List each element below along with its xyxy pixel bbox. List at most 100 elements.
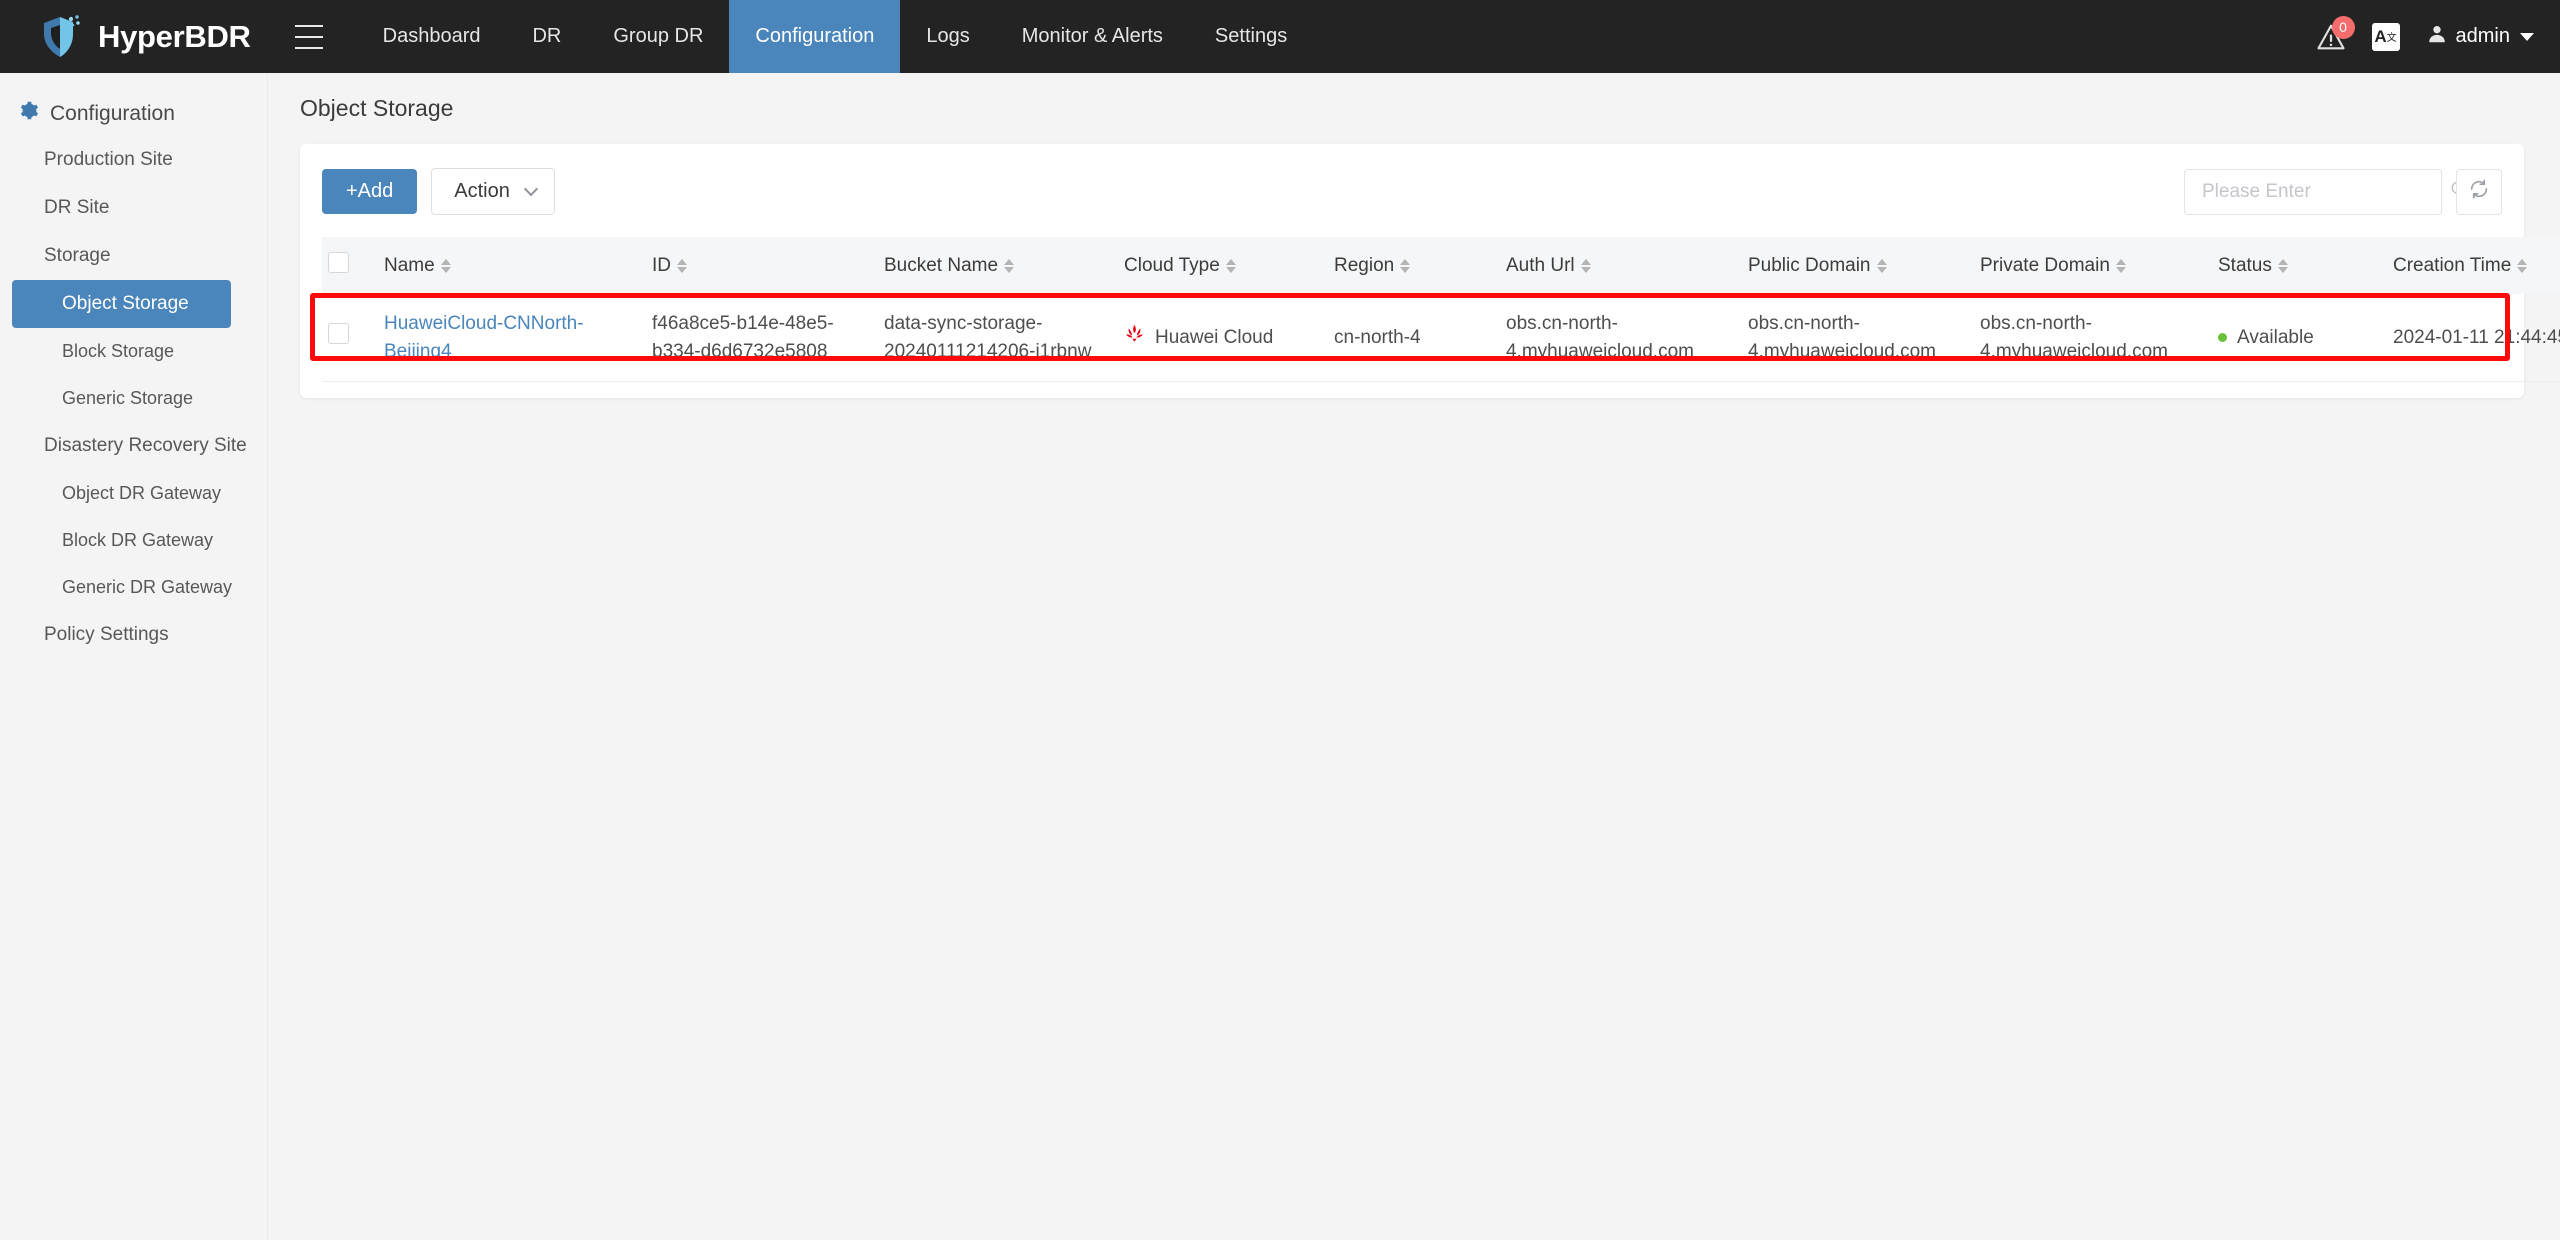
column-header-bucket-name[interactable]: Bucket Name <box>878 237 1118 294</box>
sort-icon[interactable] <box>1876 258 1887 273</box>
refresh-button[interactable] <box>2456 168 2502 215</box>
sidebar-item-generic-storage[interactable]: Generic Storage <box>0 375 267 422</box>
cell-id: f46a8ce5-b14e-48e5-b334-d6d6732e5808 <box>646 294 878 383</box>
cell-auth-url: obs.cn-north-4.myhuaweicloud.com <box>1500 294 1742 383</box>
object-storage-table: Name ID Bucket Name Cloud Type Region Au… <box>322 237 2560 383</box>
nav-item-dashboard[interactable]: Dashboard <box>357 0 507 73</box>
column-header-creation-time[interactable]: Creation Time <box>2387 237 2560 294</box>
cell-region: cn-north-4 <box>1328 294 1500 383</box>
sort-icon[interactable] <box>2277 258 2288 273</box>
sidebar-item-label: Object DR Gateway <box>62 483 222 503</box>
chevron-down-icon <box>2520 32 2534 41</box>
sort-icon[interactable] <box>440 258 451 273</box>
status-badge: Available <box>2237 326 2314 348</box>
sidebar-item-object-storage[interactable]: Object Storage <box>12 280 231 328</box>
sidebar-item-storage[interactable]: Storage <box>0 232 267 280</box>
table-row[interactable]: HuaweiCloud-CNNorth-Beijing4 f46a8ce5-b1… <box>322 294 2560 383</box>
nav-item-configuration[interactable]: Configuration <box>729 0 901 73</box>
column-label: Auth Url <box>1506 254 1575 276</box>
sidebar-item-disastery-recovery-site[interactable]: Disastery Recovery Site <box>0 422 267 470</box>
cell-public-domain: obs.cn-north-4.myhuaweicloud.com <box>1742 294 1974 383</box>
table-toolbar: +Add Action <box>322 168 2502 215</box>
huawei-cloud-icon <box>1124 323 1145 353</box>
sort-icon[interactable] <box>1580 258 1591 273</box>
sidebar-item-label: Block Storage <box>62 341 175 361</box>
sidebar-item-production-site[interactable]: Production Site <box>0 136 267 184</box>
column-label: Creation Time <box>2393 254 2512 276</box>
storage-name-link[interactable]: HuaweiCloud-CNNorth-Beijing4 <box>384 313 584 362</box>
sidebar-item-generic-dr-gateway[interactable]: Generic DR Gateway <box>0 564 267 611</box>
nav-item-monitor-alerts[interactable]: Monitor & Alerts <box>996 0 1189 73</box>
column-header-status[interactable]: Status <box>2212 237 2387 294</box>
table-body: HuaweiCloud-CNNorth-Beijing4 f46a8ce5-b1… <box>322 294 2560 383</box>
menu-toggle-icon[interactable] <box>294 24 323 49</box>
nav-item-group-dr[interactable]: Group DR <box>587 0 729 73</box>
nav-label: Logs <box>926 25 970 47</box>
action-dropdown-label: Action <box>454 180 510 202</box>
page-title: Object Storage <box>300 95 454 121</box>
sort-icon[interactable] <box>1400 258 1411 273</box>
column-header-cloud-type[interactable]: Cloud Type <box>1118 237 1328 294</box>
sidebar-header-label: Configuration <box>50 101 175 125</box>
sidebar-item-label: Production Site <box>44 149 173 170</box>
row-select-cell <box>322 294 378 383</box>
column-header-public-domain[interactable]: Public Domain <box>1742 237 1974 294</box>
sort-icon[interactable] <box>2115 258 2126 273</box>
sidebar-item-policy-settings[interactable]: Policy Settings <box>0 611 267 659</box>
column-header-auth-url[interactable]: Auth Url <box>1500 237 1742 294</box>
nav-right-group: 0 A文 admin <box>2316 15 2534 52</box>
row-checkbox[interactable] <box>328 322 349 344</box>
column-label: Cloud Type <box>1124 254 1220 276</box>
add-button[interactable]: +Add <box>322 169 418 214</box>
sort-icon[interactable] <box>677 258 687 273</box>
sidebar-item-dr-site[interactable]: DR Site <box>0 184 267 232</box>
cell-private-domain: obs.cn-north-4.myhuaweicloud.com <box>1974 294 2212 383</box>
table-wrapper: Name ID Bucket Name Cloud Type Region Au… <box>310 237 2560 383</box>
column-label: Bucket Name <box>884 254 999 276</box>
cell-name: HuaweiCloud-CNNorth-Beijing4 <box>378 294 646 383</box>
action-dropdown-button[interactable]: Action <box>431 168 555 215</box>
column-header-name[interactable]: Name <box>378 237 646 294</box>
select-all-checkbox[interactable] <box>328 252 349 273</box>
language-sup: 文 <box>2386 33 2397 44</box>
column-header-region[interactable]: Region <box>1328 237 1500 294</box>
alert-warning-icon[interactable]: 0 <box>2316 15 2355 52</box>
alert-count-badge: 0 <box>2331 15 2355 39</box>
cell-creation-time: 2024-01-11 21:44:45 <box>2387 294 2560 383</box>
select-all-header <box>322 237 378 294</box>
column-header-id[interactable]: ID <box>646 237 878 294</box>
cell-cloud-type: Huawei Cloud <box>1118 294 1328 383</box>
nav-label: Dashboard <box>382 25 481 47</box>
sidebar-item-block-dr-gateway[interactable]: Block DR Gateway <box>0 517 267 564</box>
sidebar-item-label: Policy Settings <box>44 624 169 645</box>
nav-label: Configuration <box>755 25 875 47</box>
sort-icon[interactable] <box>2517 258 2528 273</box>
search-box[interactable] <box>2184 168 2468 215</box>
sidebar-item-label: Generic DR Gateway <box>62 577 233 597</box>
refresh-icon <box>2468 178 2490 205</box>
brand-name: HyperBDR <box>98 18 251 54</box>
column-header-private-domain[interactable]: Private Domain <box>1974 237 2212 294</box>
nav-item-settings[interactable]: Settings <box>1189 0 1313 73</box>
sidebar: Configuration Production Site DR Site St… <box>0 73 268 1240</box>
cell-bucket-name: data-sync-storage-20240111214206-j1rbnw <box>878 294 1118 383</box>
sort-icon[interactable] <box>1004 258 1015 273</box>
sidebar-item-label: Storage <box>44 245 111 266</box>
sidebar-item-object-dr-gateway[interactable]: Object DR Gateway <box>0 470 267 517</box>
gear-icon <box>18 100 39 127</box>
sidebar-item-block-storage[interactable]: Block Storage <box>0 328 267 375</box>
nav-item-dr[interactable]: DR <box>506 0 587 73</box>
sidebar-item-label: Block DR Gateway <box>62 530 214 550</box>
column-label: Public Domain <box>1748 254 1871 276</box>
object-storage-card: +Add Action Please Enter Name ID Bucket … <box>300 144 2560 399</box>
language-switch-icon[interactable]: A文 <box>2371 22 2400 51</box>
sidebar-item-label: DR Site <box>44 197 110 218</box>
brand-logo-area[interactable]: HyperBDR <box>40 14 251 60</box>
nav-item-logs[interactable]: Logs <box>900 0 995 73</box>
sort-icon[interactable] <box>1225 258 1236 273</box>
cell-status: Available <box>2212 294 2387 383</box>
search-input[interactable] <box>2200 179 2449 204</box>
user-menu[interactable]: admin <box>2426 23 2534 50</box>
main-nav-items: Dashboard DR Group DR Configuration Logs… <box>357 0 1314 73</box>
nav-label: Group DR <box>613 25 704 47</box>
